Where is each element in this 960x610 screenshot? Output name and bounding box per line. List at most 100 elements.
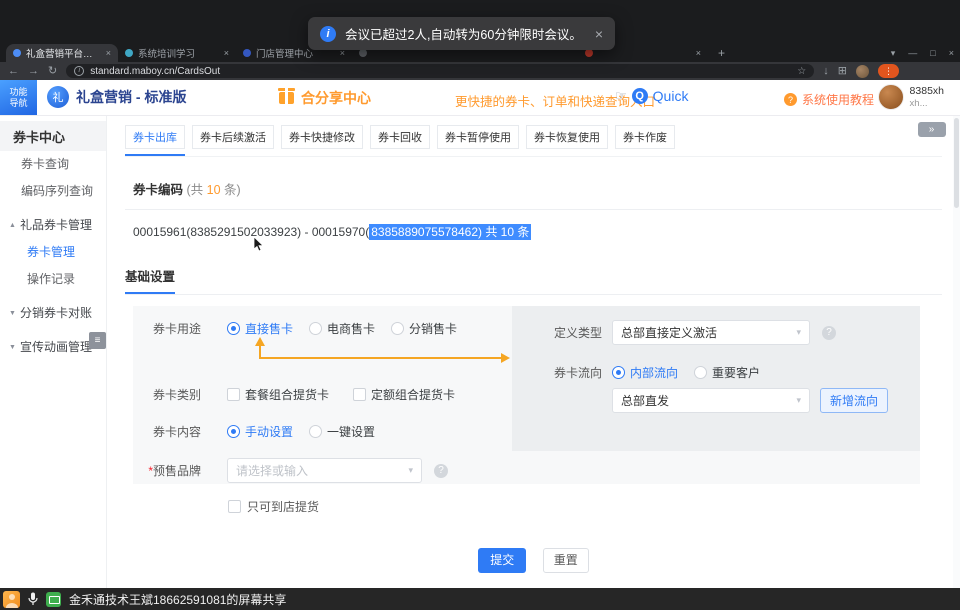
browser-tab-2[interactable]: 系统培训学习 × <box>118 44 236 62</box>
quick-entry-link[interactable]: ☞ Q Quick <box>615 88 688 104</box>
tab-favicon <box>243 49 251 57</box>
panel-collapse-button[interactable]: » <box>918 122 946 137</box>
checkbox-package-combo-card[interactable]: 套餐组合提货卡 <box>227 386 329 403</box>
sidebar-collapse-toggle[interactable]: ≡ <box>89 332 106 349</box>
presale-brand-select[interactable]: 请选择或输入 ▾ <box>227 458 422 483</box>
quick-q-icon: Q <box>632 88 648 104</box>
add-flow-button[interactable]: 新增流向 <box>820 388 888 413</box>
sidebar-group-gift-card-management[interactable]: ▲ 礼品券卡管理 <box>0 212 106 239</box>
codes-count-suffix: 条) <box>221 183 241 197</box>
share-center-link[interactable]: 合分享中心 <box>279 88 371 108</box>
scrollbar-thumb[interactable] <box>954 118 959 208</box>
divider <box>125 209 942 210</box>
radio-one-click-setup[interactable]: 一键设置 <box>309 423 375 440</box>
address-bar[interactable]: i standard.maboy.cn/CardsOut ☆ <box>66 64 814 78</box>
select-placeholder: 请选择或输入 <box>236 462 308 479</box>
tab-card-followup-activate[interactable]: 券卡后续激活 <box>192 125 274 149</box>
window-minimize-icon[interactable]: — <box>908 48 917 58</box>
tab-card-void[interactable]: 券卡作废 <box>615 125 675 149</box>
browser-update-menu-icon[interactable]: ⋮ <box>878 64 899 78</box>
radio-label: 内部流向 <box>630 364 678 381</box>
new-tab-button[interactable]: + <box>718 46 725 60</box>
reload-icon[interactable]: ↻ <box>48 66 57 77</box>
codes-text: 00015961(8385291502033923) - 00015970( <box>133 225 369 239</box>
sidebar-group-distribution-reconciliation[interactable]: ▼ 分销券卡对账 <box>0 300 106 327</box>
user-subtext: xh... <box>910 98 944 110</box>
define-type-select[interactable]: 总部直接定义激活 ▾ <box>612 320 810 345</box>
radio-label: 电商售卡 <box>327 320 375 337</box>
store-pickup-row[interactable]: 只可到店提货 <box>228 498 960 515</box>
browser-toolbar: ← → ↻ i standard.maboy.cn/CardsOut ☆ ↓ ⊞… <box>0 62 960 80</box>
toast-close-icon[interactable]: × <box>595 26 603 42</box>
tab-card-recycle[interactable]: 券卡回收 <box>370 125 430 149</box>
function-nav-button[interactable]: 功能 导航 <box>0 80 37 115</box>
sidebar-item-card-query[interactable]: 券卡查询 <box>0 151 106 178</box>
radio-internal-flow[interactable]: 内部流向 <box>612 364 678 381</box>
browser-tab-active[interactable]: 礼盒营销平台管理中心 × <box>6 44 118 62</box>
radio-checked-icon <box>227 322 240 335</box>
tab-card-suspend[interactable]: 券卡暂停使用 <box>437 125 519 149</box>
reset-button[interactable]: 重置 <box>543 548 589 573</box>
tab-close-icon[interactable]: × <box>106 48 111 58</box>
tab-card-resume[interactable]: 券卡恢复使用 <box>526 125 608 149</box>
chevron-down-icon: ▾ <box>796 395 801 406</box>
codes-count-number: 10 <box>207 183 221 197</box>
forward-icon[interactable]: → <box>28 66 39 77</box>
flow-select[interactable]: 总部直发 ▾ <box>612 388 810 413</box>
help-icon[interactable]: ? <box>822 326 836 340</box>
quick-label: Quick <box>653 88 689 104</box>
back-icon[interactable]: ← <box>8 66 19 77</box>
gift-icon <box>279 92 294 104</box>
basic-settings-title: 基础设置 <box>125 266 175 294</box>
checkbox-fixed-combo-card[interactable]: 定额组合提货卡 <box>353 386 455 403</box>
tab-search-icon[interactable]: ▾ <box>891 48 896 59</box>
window-maximize-icon[interactable]: □ <box>930 48 935 58</box>
card-flow-label: 券卡流向 <box>550 364 602 381</box>
tab-card-quick-modify[interactable]: 券卡快捷修改 <box>281 125 363 149</box>
tab-close-icon[interactable]: × <box>696 48 701 58</box>
logo-icon: 礼 <box>47 86 69 108</box>
submit-button[interactable]: 提交 <box>478 548 526 573</box>
card-usage-row: 券卡用途 直接售卡 电商售卡 分销售卡 <box>143 320 473 337</box>
radio-important-customer[interactable]: 重要客户 <box>694 364 760 381</box>
microphone-icon[interactable] <box>28 592 38 606</box>
bookmark-star-icon[interactable]: ☆ <box>797 66 806 77</box>
screen-share-bar: 金禾通技术王斌18662591081的屏幕共享 <box>0 588 960 610</box>
triangle-up-icon: ▲ <box>9 212 16 239</box>
sidebar-group-label: 宣传动画管理 <box>20 334 92 361</box>
extensions-icon[interactable]: ⊞ <box>838 66 847 77</box>
tab-close-icon[interactable]: × <box>224 48 229 58</box>
user-menu[interactable]: 8385xh xh... <box>878 84 944 110</box>
radio-ecommerce-sale[interactable]: 电商售卡 <box>309 320 375 337</box>
browser-profile-avatar[interactable] <box>856 65 869 78</box>
tab-favicon <box>125 49 133 57</box>
codes-text-selected: 8385889075578462) 共 10 条 <box>369 224 531 240</box>
radio-distribution-sale[interactable]: 分销售卡 <box>391 320 457 337</box>
define-type-label: 定义类型 <box>550 324 602 341</box>
sidebar-section-title: 券卡中心 <box>0 121 106 151</box>
sidebar-item-card-management[interactable]: 券卡管理 <box>0 239 106 266</box>
sidebar-item-code-sequence-query[interactable]: 编码序列查询 <box>0 178 106 205</box>
sidebar-item-operation-records[interactable]: 操作记录 <box>0 266 106 293</box>
user-name: 8385xh <box>910 85 944 98</box>
checkbox-icon <box>353 388 366 401</box>
tutorial-link[interactable]: ? 系统使用教程 <box>784 91 874 108</box>
tutorial-label: 系统使用教程 <box>802 91 874 108</box>
download-icon[interactable]: ↓ <box>823 66 829 77</box>
radio-label: 重要客户 <box>712 364 760 381</box>
radio-manual-setup[interactable]: 手动设置 <box>227 423 293 440</box>
define-type-row: 定义类型 总部直接定义激活 ▾ ? <box>550 320 836 345</box>
window-controls: ▾ — □ × <box>891 44 954 62</box>
tab-card-outbound[interactable]: 券卡出库 <box>125 125 185 149</box>
participant-avatar <box>3 591 20 608</box>
radio-direct-sale[interactable]: 直接售卡 <box>227 320 293 337</box>
main-scrollbar[interactable] <box>953 116 960 588</box>
sidebar-group-label: 礼品券卡管理 <box>20 212 92 239</box>
site-info-icon[interactable]: i <box>74 66 84 76</box>
window-close-icon[interactable]: × <box>949 48 954 58</box>
radio-checked-icon <box>612 366 625 379</box>
card-codes-range: 00015961(8385291502033923) - 00015970(83… <box>133 223 942 240</box>
tab-title: 系统培训学习 <box>138 46 219 60</box>
nav-badge-line1: 功能 <box>9 87 27 98</box>
help-icon[interactable]: ? <box>434 464 448 478</box>
